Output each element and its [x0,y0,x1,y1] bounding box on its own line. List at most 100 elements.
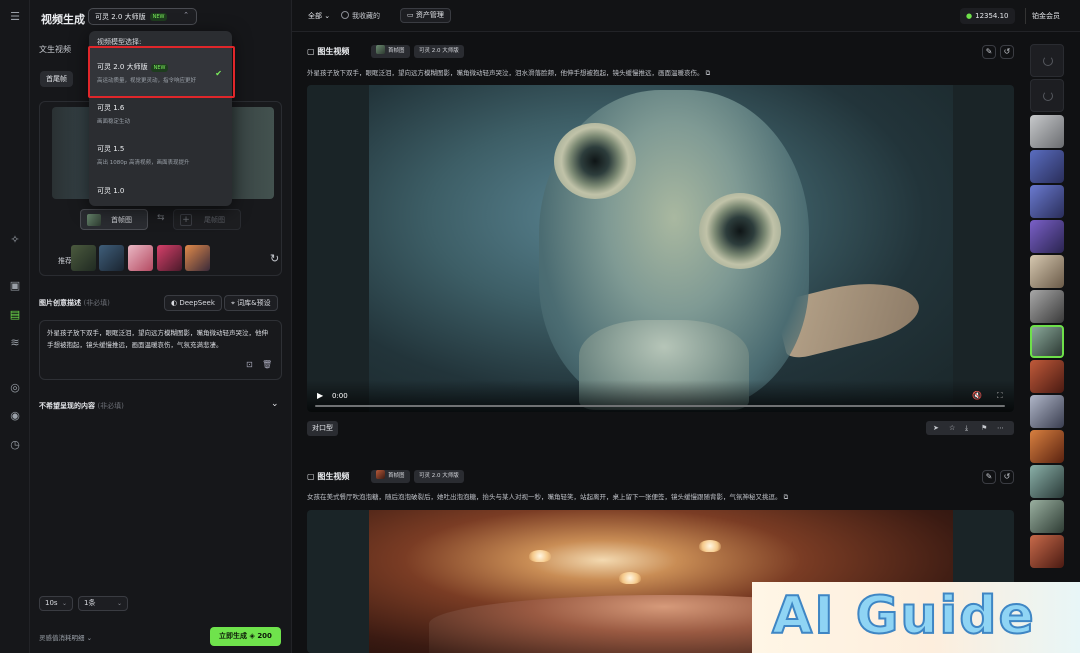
favorites-toggle[interactable]: 我收藏的 [341,11,380,21]
video-frame-lamp [699,540,721,552]
preset-library-label: 词库&预设 [237,299,271,307]
history-thumbnail[interactable] [1030,535,1064,568]
description-input[interactable]: 外星孩子放下双手，眼眶泛泪，望向远方模糊图影，嘴角微动轻声哭泣，他伸手想被抱起，… [39,320,282,380]
model-option-desc: 高出 1080p 高清视频，画面表现提升 [97,160,190,166]
chip-thumbnail [376,45,385,54]
send-icon[interactable]: ➤ [933,421,939,435]
edit-icon[interactable]: ✎ [982,45,996,59]
card-description-text: 女孩在美式餐厅吹泡泡糖，随后泡泡破裂后，她吐出泡泡糖，抬头与某人对视一秒，嘴角轻… [307,493,782,501]
watermark: AI Guide [752,582,1080,653]
frame-chip-label: 首帧图 [388,48,405,54]
first-frame-label: 首帧图 [111,216,132,224]
history-thumbnail[interactable] [1030,465,1064,498]
audio-icon[interactable]: ≋ [8,336,22,350]
swap-icon[interactable]: ⇆ [157,213,165,223]
history-thumbnail[interactable] [1030,360,1064,393]
spinner-icon [1043,91,1053,101]
negative-prompt-label[interactable]: 不希望呈现的内容 (非必填) [39,401,124,411]
tab-first-last-frame[interactable]: 首尾帧 [40,71,73,87]
card-title: ▢ 图生视频 [307,47,350,56]
trash-icon[interactable]: 🗑 [262,359,272,371]
model-option-name: 可灵 1.0 [97,187,125,195]
history-thumbnail[interactable] [1030,115,1064,148]
star-icon[interactable]: ☆ [949,421,955,435]
video-progress-bar[interactable] [315,405,1005,407]
card-type: 图生视频 [317,472,350,481]
recommend-thumbnail[interactable] [185,245,210,271]
highlight-box [88,46,235,98]
video-player[interactable]: ▶ 0:00 🔇 ⛶ [307,85,1014,412]
history-thumbnail[interactable] [1030,185,1064,218]
image-icon[interactable]: ▣ [8,279,22,293]
regenerate-icon[interactable]: ↺ [1000,470,1014,484]
history-thumbnail[interactable] [1030,290,1064,323]
negative-hint: (非必填) [97,402,124,410]
asset-management-label: 资产管理 [415,11,444,19]
model-chip: 可灵 2.0 大师版 [414,45,464,58]
last-frame-label: 尾帧图 [204,216,225,224]
history-icon[interactable]: ◷ [8,438,22,452]
history-thumbnail-loading [1030,44,1064,77]
recommend-thumbnail[interactable] [128,245,153,271]
model-option-1-5[interactable]: 可灵 1.5 高出 1080p 高清视频，画面表现提升 [89,144,232,166]
flag-icon[interactable]: ⚑ [981,421,987,435]
edit-icon[interactable]: ✎ [982,470,996,484]
model-select-button[interactable]: 可灵 2.0 大师版 NEW ⌃ [88,8,197,25]
play-icon[interactable]: ▶ [317,391,323,400]
history-thumbnail[interactable] [1030,150,1064,183]
asset-management-button[interactable]: ▭ 资产管理 [400,8,451,23]
chevron-down-icon: ⌄ [116,600,122,607]
cost-details-link[interactable]: 灵感值消耗明细 ⌄ [39,632,92,642]
download-icon[interactable]: ⤓ [965,421,968,435]
history-thumbnail[interactable] [1030,500,1064,533]
menu-icon[interactable]: ☰ [8,10,22,24]
refresh-icon[interactable]: ↻ [270,252,279,265]
preset-library-button[interactable]: ⌖ 词库&预设 [224,295,278,311]
membership-link[interactable]: 铂金会员 [1025,8,1060,24]
generate-button[interactable]: 立即生成 ◈ 200 [210,627,281,646]
eye-icon[interactable]: ◉ [8,409,22,423]
fullscreen-icon[interactable]: ⛶ [997,391,1003,401]
recommend-thumbnail[interactable] [157,245,182,271]
history-thumbnail[interactable] [1030,220,1064,253]
credits-badge[interactable]: ● 12354.10 [960,8,1015,24]
description-label: 图片创意描述 (非必填) [39,298,110,308]
filter-all-dropdown[interactable]: 全部 ⌄ [308,11,330,21]
first-frame-thumbnail [87,214,101,226]
card-title: ▢ 图生视频 [307,472,350,481]
cost-details-label: 灵感值消耗明细 [39,634,85,642]
page-title: 视频生成 [41,13,85,26]
cube-icon[interactable]: ◎ [8,381,22,395]
save-icon[interactable]: ⊡ [246,359,253,371]
last-frame-button[interactable]: + 尾帧图 [173,209,241,230]
deepseek-button[interactable]: ◐ DeepSeek [164,295,222,311]
regenerate-icon[interactable]: ↺ [1000,45,1014,59]
recommend-thumbnail[interactable] [99,245,124,271]
card-type: 图生视频 [317,47,350,56]
model-option-1-0[interactable]: 可灵 1.0 [89,186,232,196]
video-frame-lamp [529,550,551,562]
card-description: 外星孩子放下双手，眼眶泛泪，望向远方模糊图影，嘴角微动轻声哭泣，泪水滑落脸颊，他… [307,69,711,77]
tab-text-to-video[interactable]: 文生视频 [39,44,71,55]
lip-sync-button[interactable]: 对口型 [307,421,338,436]
count-select[interactable]: 1条 ⌄ [78,596,128,611]
history-thumbnail[interactable] [1030,395,1064,428]
negative-title: 不希望呈现的内容 [39,402,95,410]
mute-icon[interactable]: 🔇 [972,391,982,400]
model-option-name: 可灵 1.6 [97,104,125,112]
chevron-down-icon[interactable]: ⌄ [271,399,279,409]
radio-icon [341,11,349,19]
first-frame-button[interactable]: 首帧图 [80,209,148,230]
history-thumbnail[interactable] [1030,255,1064,288]
credit-icon: ● [966,12,973,20]
duration-select[interactable]: 10s ⌄ [39,596,73,611]
model-option-1-6[interactable]: 可灵 1.6 画面稳定生动 [89,103,232,125]
recommend-thumbnail[interactable] [71,245,96,271]
more-icon[interactable]: ⋯ [997,421,1004,435]
history-thumbnail[interactable] [1030,430,1064,463]
video-icon[interactable]: ▤ [8,308,22,322]
sparkle-icon[interactable]: ✧ [8,233,22,247]
video-controls: ▶ 0:00 🔇 ⛶ [307,380,1014,412]
video-frame-lamp [619,572,641,584]
history-thumbnail-active[interactable] [1030,325,1064,358]
